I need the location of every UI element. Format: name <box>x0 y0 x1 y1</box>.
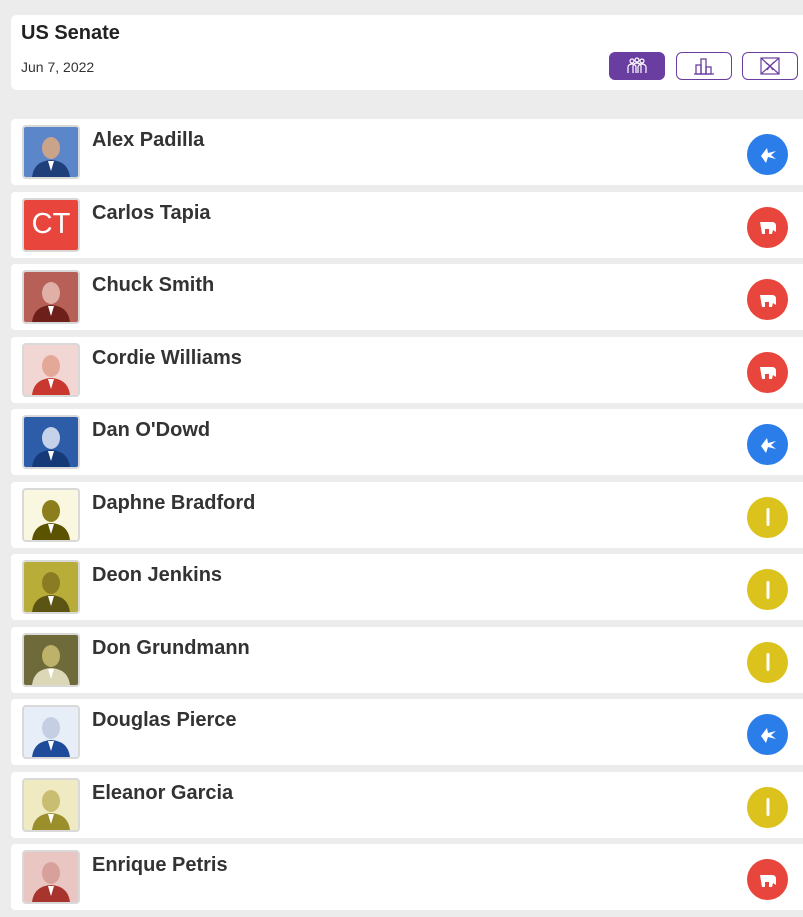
candidate-photo: CT <box>22 197 80 252</box>
candidate-name: Don Grundmann <box>92 636 250 659</box>
candidate-photo <box>22 850 80 904</box>
donkey-icon <box>747 134 788 175</box>
candidate-row[interactable]: Daphne Bradford <box>11 481 803 548</box>
candidate-name: Douglas Pierce <box>92 709 237 731</box>
candidates-view-button[interactable] <box>609 52 665 80</box>
elephant-icon <box>747 351 788 393</box>
candidate-name: Cordie Williams <box>92 346 242 369</box>
race-header: US Senate Jun 7, 2022 <box>11 15 803 90</box>
results-view-button[interactable] <box>676 52 732 80</box>
candidate-list: Alex Padilla CT Carlos Tapia Chuck Smith Cor… <box>11 119 803 917</box>
election-date: Jun 7, 2022 <box>21 59 95 75</box>
candidate-row[interactable]: Chuck Smith <box>11 264 803 330</box>
candidate-row[interactable]: Enrique Petris <box>11 844 803 910</box>
donkey-icon <box>747 424 788 465</box>
elephant-icon <box>747 279 788 320</box>
candidate-row[interactable]: Alex Padilla <box>11 119 803 185</box>
candidate-name: Dan O'Dowd <box>92 419 211 441</box>
independent-icon <box>747 641 788 683</box>
candidate-row[interactable]: Douglas Pierce <box>11 699 803 765</box>
candidate-photo <box>22 270 80 324</box>
candidate-photo <box>22 705 80 759</box>
candidate-name: Enrique Petris <box>92 854 228 876</box>
candidate-name: Daphne Bradford <box>92 491 256 514</box>
candidate-name: Carlos Tapia <box>92 201 211 224</box>
candidate-row[interactable]: Don Grundmann <box>11 626 803 693</box>
candidate-photo <box>22 342 80 397</box>
candidate-name: Deon Jenkins <box>92 564 223 586</box>
map-icon <box>757 56 783 76</box>
donkey-icon <box>747 714 788 755</box>
candidate-row[interactable]: Deon Jenkins <box>11 554 803 620</box>
candidate-photo <box>22 560 80 614</box>
candidates-icon <box>624 57 650 75</box>
elephant-icon <box>747 206 788 248</box>
candidate-initials: CT <box>31 208 71 240</box>
independent-icon <box>747 496 788 538</box>
candidate-photo <box>22 632 80 687</box>
bar-chart-icon <box>691 57 717 75</box>
candidate-photo <box>22 415 80 469</box>
independent-icon <box>747 569 788 610</box>
candidate-name: Eleanor Garcia <box>92 781 234 804</box>
candidate-row[interactable]: Cordie Williams <box>11 336 803 403</box>
candidate-row[interactable]: Eleanor Garcia <box>11 771 803 838</box>
candidate-name: Chuck Smith <box>92 274 215 296</box>
candidate-photo <box>22 777 80 832</box>
page-title: US Senate <box>21 22 120 44</box>
candidate-row[interactable]: Dan O'Dowd <box>11 409 803 475</box>
candidate-name: Alex Padilla <box>92 129 205 151</box>
candidate-row[interactable]: CT Carlos Tapia <box>11 191 803 258</box>
map-view-button[interactable] <box>742 52 798 80</box>
candidate-photo <box>22 125 80 179</box>
candidate-photo <box>22 487 80 542</box>
elephant-icon <box>747 859 788 900</box>
independent-icon <box>747 786 788 828</box>
